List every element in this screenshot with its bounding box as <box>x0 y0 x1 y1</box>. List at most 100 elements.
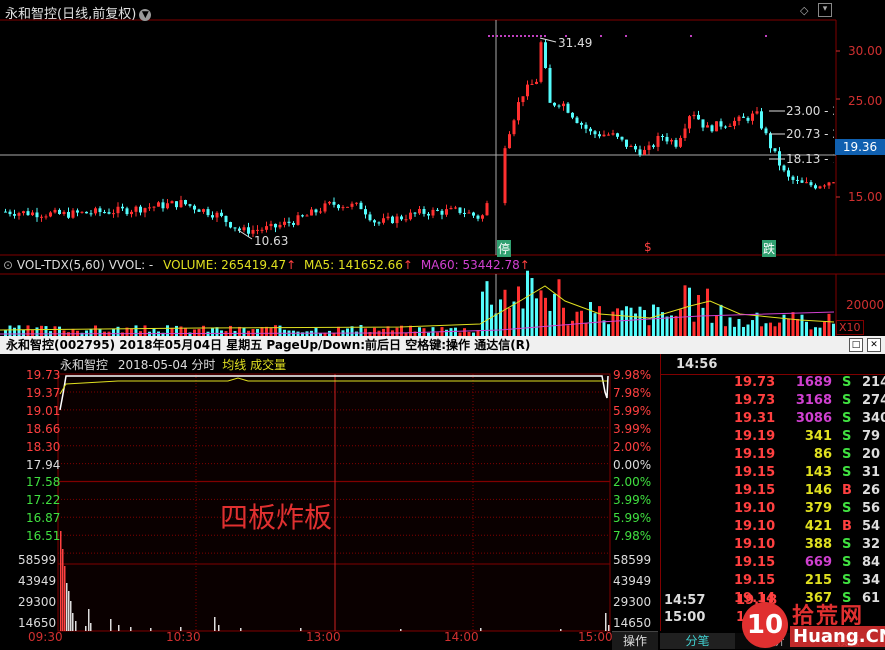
volume-bar <box>602 320 606 336</box>
left-volume-label: 58599 <box>18 553 57 567</box>
candle-body <box>814 185 817 189</box>
volume-bar <box>409 325 412 336</box>
tick-volume: 1689 <box>795 375 832 390</box>
volume-bar <box>715 315 718 336</box>
tick-row[interactable]: 19.15 669 S 84 <box>664 555 885 573</box>
footer-time-2: 15:00 <box>664 610 706 625</box>
candle-body <box>184 200 187 205</box>
y-tick-15: 15.00 <box>848 190 883 204</box>
candle-body <box>719 121 723 127</box>
volume-bar <box>724 326 727 336</box>
candle-body <box>76 210 79 213</box>
volume-bar <box>787 318 790 336</box>
candle-body <box>148 207 151 209</box>
candle-body <box>337 204 340 209</box>
candle-body <box>764 128 768 134</box>
ma60-label: MA60: 53442.78 <box>420 258 520 272</box>
tick-row[interactable]: 19.10 388 S 32 <box>664 537 885 555</box>
intraday-popup[interactable]: 永和智控(002795) 2018年05月04日 星期五 PageUp/Down… <box>0 336 885 650</box>
tick-volume: 341 <box>804 429 832 444</box>
intraday-volume-bar <box>400 629 402 631</box>
limit-dot <box>504 35 506 37</box>
limit-dot <box>540 35 542 37</box>
candle-body <box>616 133 619 137</box>
operate-button[interactable]: 操作 <box>612 631 658 650</box>
y-tick-30: 30.00 <box>848 44 883 58</box>
candle-body <box>647 145 651 150</box>
candle-body <box>260 229 264 231</box>
volume-bar <box>769 322 772 336</box>
candle-body <box>350 203 354 207</box>
tick-row[interactable]: 19.19 86 S 20 <box>664 447 885 465</box>
tick-volume: 146 <box>804 483 832 498</box>
candle-body <box>292 222 295 225</box>
tick-row[interactable]: 19.31 3086 S 340 <box>664 411 885 429</box>
candle-body <box>310 209 313 216</box>
volume-header-icon[interactable]: ⊙ <box>3 258 13 272</box>
intraday-volume-bar <box>560 629 562 631</box>
volume-bar <box>661 312 664 336</box>
candle-body <box>71 210 75 218</box>
tick-volume: 669 <box>804 555 832 570</box>
tick-row[interactable]: 19.73 3168 S 274 <box>664 393 885 411</box>
candle-body <box>827 182 831 186</box>
restore-icon[interactable]: □ <box>849 338 863 352</box>
kline-panel[interactable]: 永和智控(日线,前复权) ▼ ◇ ▾ 30.00 25.00 15.00 19.3… <box>0 0 885 257</box>
intraday-volume-bar <box>70 601 72 631</box>
candle-body <box>296 215 300 225</box>
volume-bar <box>197 328 201 336</box>
candle-body <box>701 119 705 128</box>
volume-bar <box>463 328 466 336</box>
volume-bar <box>625 306 628 336</box>
tick-row[interactable]: 19.15 143 S 31 <box>664 465 885 483</box>
volume-bar <box>737 319 741 336</box>
candle-body <box>22 211 25 214</box>
right-percent-label: 3.99% <box>613 421 652 436</box>
tick-header-time: 14:56 <box>676 357 718 372</box>
collapse-icon[interactable]: ▾ <box>818 3 832 17</box>
candle-body <box>602 134 606 137</box>
candle-body <box>656 135 660 147</box>
tick-row[interactable]: 19.15 215 S 34 <box>664 573 885 591</box>
left-price-label: 16.87 <box>26 511 61 526</box>
candle-body <box>692 114 696 117</box>
candle-body <box>737 116 741 121</box>
candle-body <box>152 206 156 208</box>
candle-body <box>197 209 201 212</box>
tick-row[interactable]: 19.19 341 S 79 <box>664 429 885 447</box>
volume-bar <box>449 328 453 336</box>
intraday-volume-bar <box>88 609 90 631</box>
tick-row[interactable]: 19.10 421 B 54 <box>664 519 885 537</box>
tab-ticks[interactable]: 分笔 <box>660 633 735 649</box>
tick-volume: 388 <box>804 537 832 552</box>
left-price-label: 19.01 <box>26 403 61 418</box>
candle-body <box>823 185 826 187</box>
candle-body <box>652 145 655 147</box>
popup-title-bar[interactable]: 永和智控(002795) 2018年05月04日 星期五 PageUp/Down… <box>0 336 885 354</box>
volume-bar <box>40 325 43 336</box>
tick-row[interactable]: 19.73 1689 S 214 <box>664 375 885 393</box>
volume-bar <box>620 310 624 336</box>
candle-body <box>112 213 115 215</box>
candle-body <box>706 125 709 128</box>
volume-bar <box>665 316 669 336</box>
left-price-label: 17.22 <box>26 493 61 508</box>
volume-panel[interactable]: ⊙ VOL-TDX(5,60) VVOL: - VOLUME: 265419.4… <box>0 256 885 336</box>
volume-bar <box>652 304 655 336</box>
close-icon[interactable]: ✕ <box>867 338 881 352</box>
candle-body <box>364 209 367 215</box>
candle-body <box>674 140 678 147</box>
volume-bar <box>553 293 556 336</box>
diamond-icon[interactable]: ◇ <box>800 4 808 17</box>
kline-chart[interactable] <box>0 0 885 256</box>
candle-body <box>463 212 466 214</box>
candle-body <box>512 120 516 135</box>
volume-bar <box>827 313 831 336</box>
left-price-label: 19.73 <box>26 368 61 382</box>
tick-row[interactable]: 19.10 379 S 56 <box>664 501 885 519</box>
low-annotation: 10.63 <box>254 234 289 248</box>
tick-row[interactable]: 19.15 146 B 26 <box>664 483 885 501</box>
candle-body <box>8 211 12 215</box>
chevron-down-icon[interactable]: ▼ <box>139 9 152 21</box>
candle-body <box>548 67 552 103</box>
